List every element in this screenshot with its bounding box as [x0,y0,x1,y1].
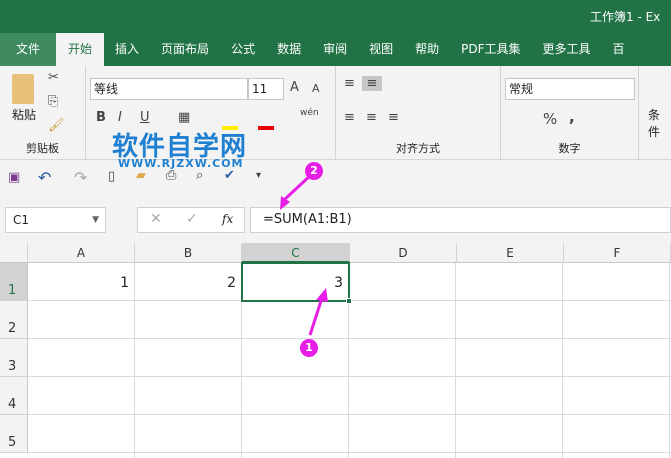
annotation-layer [280,172,328,336]
annotation-badge-1: 1 [300,339,318,357]
arrow-head-1 [316,288,328,302]
annotation-arrow-1 [308,297,324,336]
annotation-badge-2: 2 [305,162,323,180]
